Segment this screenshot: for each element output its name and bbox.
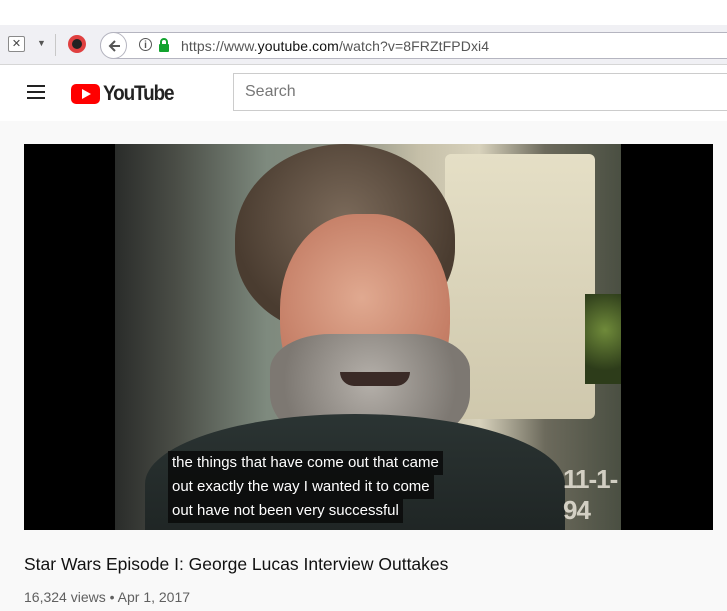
menu-icon[interactable] <box>27 85 45 99</box>
lock-icon[interactable] <box>158 38 170 52</box>
dropdown-arrow-icon[interactable]: ▼ <box>37 38 46 48</box>
search-input[interactable] <box>234 74 727 110</box>
window-top-strip <box>0 0 727 25</box>
view-count: 16,324 views <box>24 589 106 605</box>
video-meta: 16,324 views • Apr 1, 2017 <box>24 589 190 605</box>
video-player[interactable]: 11-1-94 the things that have come out th… <box>24 144 713 530</box>
youtube-header: YouTube <box>0 65 727 121</box>
captions: the things that have come out that came … <box>168 451 443 523</box>
background-plant <box>585 294 621 384</box>
upload-date: Apr 1, 2017 <box>117 589 191 605</box>
info-icon[interactable]: i <box>139 38 152 51</box>
browser-toolbar: ✕ ▼ i https://www.youtube.com/watch?v=8F… <box>0 25 727 65</box>
youtube-play-icon <box>71 84 100 104</box>
person-mouth <box>340 372 410 386</box>
address-bar[interactable]: i https://www.youtube.com/watch?v=8FRZtF… <box>100 32 727 59</box>
back-button[interactable] <box>100 32 127 59</box>
extension-icon[interactable] <box>68 35 86 53</box>
search-box[interactable] <box>233 73 727 111</box>
meta-separator: • <box>109 589 115 605</box>
url-text[interactable]: https://www.youtube.com/watch?v=8FRZtFPD… <box>181 38 489 54</box>
caption-line: the things that have come out that came <box>168 451 443 475</box>
tape-date-overlay: 11-1-94 <box>563 464 618 525</box>
caption-line: out exactly the way I wanted it to come <box>168 475 434 499</box>
back-arrow-icon <box>108 40 120 52</box>
toolbar-separator <box>55 34 56 56</box>
caption-line: out have not been very successful <box>168 499 403 523</box>
stop-icon[interactable]: ✕ <box>8 36 25 52</box>
video-title: Star Wars Episode I: George Lucas Interv… <box>24 554 449 574</box>
youtube-logo-text: YouTube <box>103 82 175 105</box>
